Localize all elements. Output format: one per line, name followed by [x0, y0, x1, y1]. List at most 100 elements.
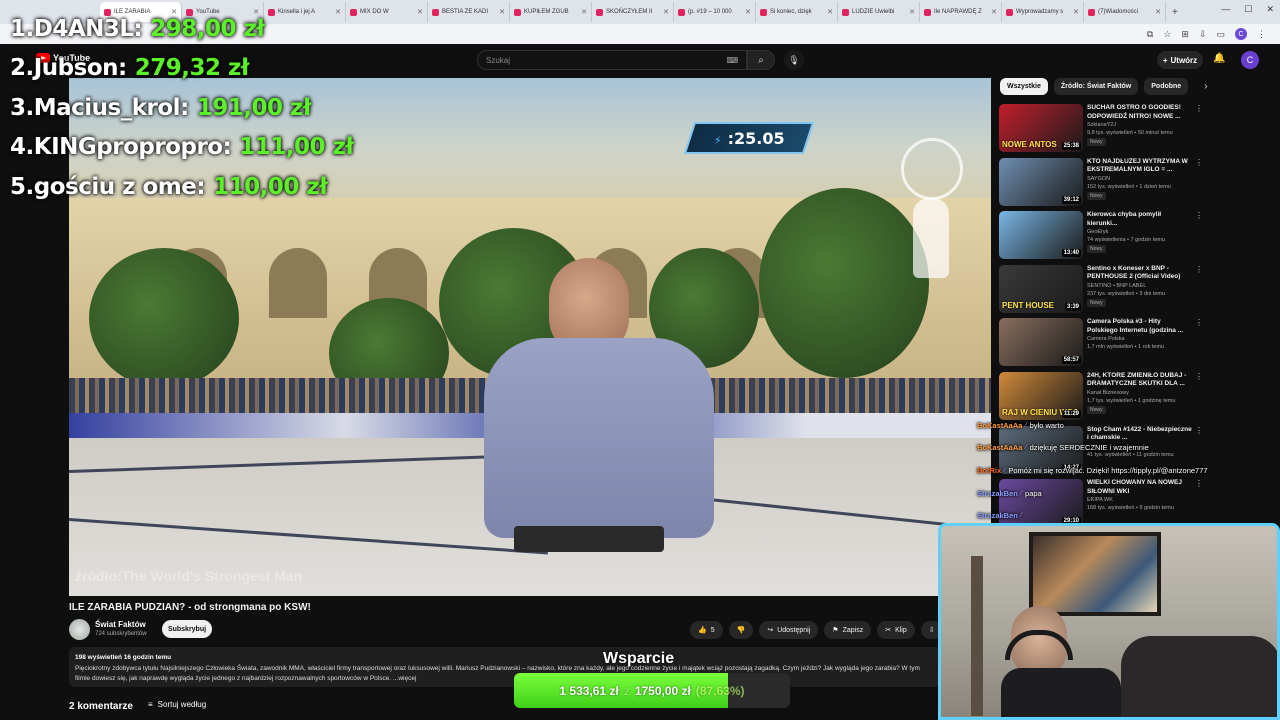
tab-close-icon[interactable]: ✕	[909, 8, 915, 16]
sidepanel-icon[interactable]: ▭	[1216, 29, 1225, 40]
bookmark-star-icon[interactable]: ☆	[1163, 29, 1171, 40]
new-badge: Nowy	[1087, 138, 1106, 146]
video-duration: 13:40	[1061, 249, 1081, 258]
recommended-video-channel[interactable]: SzkianaY2J	[1087, 122, 1116, 128]
recommended-video-channel[interactable]: SAYGON	[1087, 176, 1110, 182]
tab-close-icon[interactable]: ✕	[499, 8, 505, 16]
comments-count: 2 komentarze	[69, 701, 133, 712]
recommended-video[interactable]: 58:57 Camera Polska #3 - Hity Polskiego I…	[999, 318, 1209, 372]
chat-badge-icon: ⁄	[1025, 444, 1027, 452]
cast-icon[interactable]: ⧉	[1147, 29, 1153, 40]
streamer-webcam	[938, 523, 1280, 720]
recommended-video-title[interactable]: SUCHAR OSTRO O GOODIES! ODPOWIEDŹ NITRO!…	[1087, 104, 1192, 121]
clip-button[interactable]: ✂ Klip	[877, 621, 915, 639]
tab-close-icon[interactable]: ✕	[991, 8, 997, 16]
search-button[interactable]: ⌕	[747, 50, 775, 70]
video-actions: 👍 5 👎 ↪ Udostępnij ⚑ Zapisz ✂ Klip ⇩	[690, 621, 943, 639]
extensions-icon[interactable]: ⊞	[1181, 29, 1189, 40]
streamer-body	[1001, 668, 1121, 717]
download-icon[interactable]: ⇩	[1199, 29, 1207, 40]
close-window-icon[interactable]: ✕	[1266, 4, 1274, 15]
recommended-video-title[interactable]: Kierowca chyba pomylił kierunki...	[1087, 211, 1192, 228]
more-options-icon[interactable]: ⋮	[1195, 104, 1203, 113]
minimize-icon[interactable]: —	[1221, 4, 1230, 15]
video-thumbnail[interactable]: 13:40	[999, 211, 1083, 260]
create-button[interactable]: + Utwórz	[1157, 51, 1203, 69]
channel-avatar[interactable]	[69, 619, 90, 640]
recommended-video[interactable]: 13:40 Kierowca chyba pomylił kierunki... G…	[999, 211, 1209, 265]
recommended-video[interactable]: PENT HOUSE 3:39 Sentino x Koneser x BNP - …	[999, 264, 1209, 319]
recommended-video-title[interactable]: KTO NAJDŁUŻEJ WYTRZYMA W EKSTREMALNYM IG…	[1087, 158, 1192, 175]
filter-chip[interactable]: Źródło: Świat Faktów	[1053, 78, 1139, 95]
search-placeholder: Szukaj	[486, 55, 511, 65]
subscribe-button[interactable]: Subskrybuj	[162, 620, 212, 638]
filter-chip[interactable]: Podobne	[1144, 78, 1189, 95]
recommended-video-meta: 237 tys. wyświetleń • 3 dni temu	[1087, 290, 1166, 297]
search-input[interactable]: Szukaj ⌨	[477, 50, 747, 70]
browser-tab[interactable]: (7)Wiadomości ✕	[1084, 2, 1166, 22]
more-options-icon[interactable]: ⋮	[1195, 211, 1203, 220]
video-thumbnail[interactable]: NOWE ANTOS 25:38	[999, 104, 1083, 152]
chevron-right-icon[interactable]: ›	[1204, 81, 1207, 92]
chat-username: StrazakBen	[977, 488, 1018, 498]
video-thumbnail[interactable]: 39:12	[999, 157, 1083, 206]
video-description[interactable]: 198 wyświetleń 16 godzin temu Pięciokrot…	[69, 647, 941, 687]
maximize-icon[interactable]: ☐	[1244, 4, 1252, 15]
chat-username: BotRix	[977, 465, 1002, 475]
share-button[interactable]: ↪ Udostępnij	[759, 621, 819, 639]
tab-close-icon[interactable]: ✕	[581, 8, 587, 16]
tab-close-icon[interactable]: ✕	[1073, 8, 1079, 16]
like-button[interactable]: 👍 5	[690, 621, 723, 639]
recommended-video-channel[interactable]: Kanał Biznesowy	[1087, 390, 1129, 396]
user-avatar[interactable]: C	[1241, 51, 1259, 69]
browser-tab[interactable]: (p. #19 – 10 000 ✕	[674, 2, 756, 22]
browser-tab[interactable]: LUDZIE Uwielbi ✕	[838, 2, 920, 22]
tab-close-icon[interactable]: ✕	[663, 8, 669, 16]
browser-tab[interactable]: Ile NAPRAWDĘ Z ✕	[920, 2, 1002, 22]
browser-tab[interactable]: MIX DO W ✕	[346, 2, 428, 22]
leaderboard-username: gościu z ome:	[33, 173, 206, 200]
keyboard-icon[interactable]: ⌨	[726, 56, 738, 65]
filter-chip[interactable]: Wszystkie	[1000, 78, 1048, 95]
browser-tab[interactable]: Si koniec, dzięk ✕	[756, 2, 838, 22]
athlete-belt	[514, 526, 664, 552]
new-tab-icon[interactable]: +	[1166, 7, 1184, 18]
sidebar-filter-chips: Wszystkie Źródło: Świat Faktów Podobne ›	[1000, 78, 1208, 95]
recommended-video-title[interactable]: Camera Polska #3 - Hity Polskiego Intern…	[1087, 318, 1192, 335]
browser-tab[interactable]: Wyprowadzamy s ✕	[1002, 2, 1084, 22]
recommended-video[interactable]: NOWE ANTOS 25:38 SUCHAR OSTRO O GOODIES! O…	[999, 104, 1209, 158]
event-timer: ⚡:25.05	[683, 122, 815, 154]
more-options-icon[interactable]: ⋮	[1195, 372, 1203, 381]
chat-badge-icon: ⁄	[1004, 466, 1006, 474]
video-thumbnail[interactable]: RAJ W CIENIU WOJ 11:29	[999, 371, 1083, 420]
more-options-icon[interactable]: ⋮	[1195, 265, 1203, 274]
more-options-icon[interactable]: ⋮	[1195, 158, 1203, 167]
channel-name[interactable]: Świat Faktów	[95, 620, 146, 629]
recommended-video-title[interactable]: 24H, KTÓRE ZMIENIŁO DUBAJ - DRAMATYCZNE …	[1087, 372, 1192, 389]
recommended-video-title[interactable]: Sentino x Koneser x BNP - PENTHOUSE 2 (O…	[1087, 265, 1192, 282]
recommended-video[interactable]: 39:12 KTO NAJDŁUŻEJ WYTRZYMA W EKSTREMALN…	[999, 157, 1209, 212]
browser-tab[interactable]: SKOŃCZYŁEM II ✕	[592, 2, 674, 22]
video-scene-arch	[269, 248, 327, 318]
recommended-video-channel[interactable]: SENTINO • BNP LABEL	[1087, 283, 1146, 289]
tab-close-icon[interactable]: ✕	[417, 8, 423, 16]
sort-comments-button[interactable]: ≡ Sortuj według	[148, 700, 206, 709]
browser-menu-icon[interactable]: ⋮	[1257, 29, 1266, 40]
recommended-video-channel[interactable]: GeoEryk	[1087, 229, 1108, 235]
save-button[interactable]: ⚑ Zapisz	[824, 621, 872, 639]
browser-tab[interactable]: KUPIŁEM ZGUB ✕	[510, 2, 592, 22]
recommended-video-channel[interactable]: Camera Polska	[1087, 336, 1125, 342]
video-thumbnail[interactable]: PENT HOUSE 3:39	[999, 264, 1083, 313]
video-thumbnail[interactable]: 58:57	[999, 318, 1083, 367]
tab-close-icon[interactable]: ✕	[1155, 8, 1161, 16]
tab-close-icon[interactable]: ✕	[827, 8, 833, 16]
tab-close-icon[interactable]: ✕	[745, 8, 751, 16]
more-options-icon[interactable]: ⋮	[1195, 318, 1203, 327]
voice-search-button[interactable]: 🎙	[784, 50, 804, 70]
notifications-bell-icon[interactable]: 🔔	[1213, 53, 1225, 64]
leaderboard-amount: 110,00 zł	[213, 173, 328, 200]
dislike-button[interactable]: 👎	[728, 621, 754, 639]
tab-favicon-icon	[432, 8, 439, 16]
browser-profile-avatar[interactable]: C	[1235, 28, 1247, 40]
browser-tab[interactable]: BESTIA ZE KADI ✕	[428, 2, 510, 22]
